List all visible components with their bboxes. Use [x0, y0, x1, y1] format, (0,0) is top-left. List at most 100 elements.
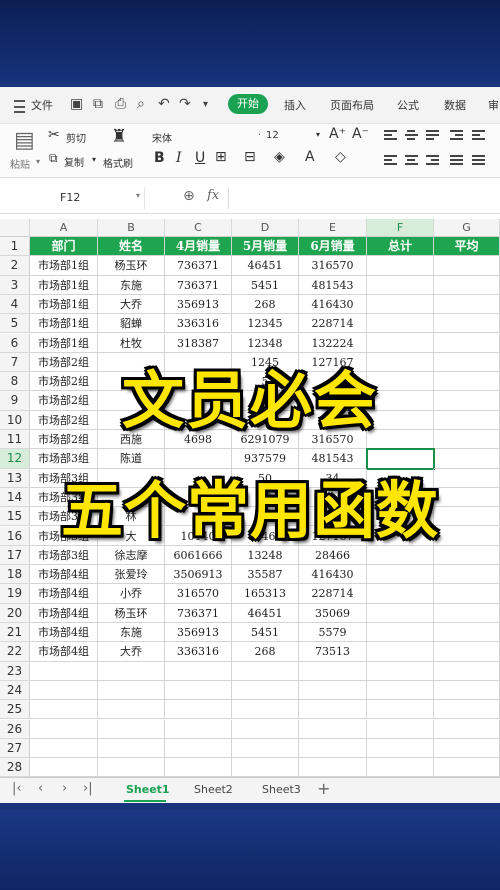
column-header-b[interactable]: B	[98, 219, 165, 237]
font-color-icon[interactable]: A	[305, 149, 315, 165]
column-header-g[interactable]: G	[434, 219, 500, 237]
table-cell[interactable]	[434, 758, 500, 778]
table-cell[interactable]: 5451	[232, 275, 299, 295]
table-cell[interactable]: 市场部1组	[30, 294, 98, 315]
table-cell[interactable]	[434, 584, 500, 604]
row-header[interactable]: 23	[0, 661, 30, 681]
align-right-icon[interactable]	[426, 155, 439, 166]
table-cell[interactable]	[434, 565, 500, 585]
table-cell[interactable]: 356913	[165, 623, 232, 643]
copy-button[interactable]: 复制	[64, 154, 84, 169]
table-cell[interactable]: 316570	[165, 584, 232, 604]
table-cell[interactable]: 市场部4组	[30, 623, 98, 643]
table-cell[interactable]	[165, 738, 232, 759]
column-header-e[interactable]: E	[299, 219, 367, 237]
table-cell[interactable]	[30, 738, 98, 759]
table-cell[interactable]: 5579	[299, 623, 367, 643]
outdent-icon[interactable]	[472, 130, 485, 141]
tab-formulas[interactable]: 公式	[397, 97, 419, 113]
cut-button[interactable]: 剪切	[66, 130, 86, 145]
table-cell[interactable]: 3506913	[165, 565, 232, 585]
fill-color-icon[interactable]: ◈	[274, 149, 285, 165]
align-middle-icon[interactable]	[405, 130, 418, 141]
table-cell[interactable]	[367, 661, 434, 681]
row-header[interactable]: 4	[0, 294, 30, 315]
table-cell[interactable]	[165, 758, 232, 778]
sheet-tab-1[interactable]: Sheet1	[126, 783, 170, 796]
cell-style-icon[interactable]: ⊟	[244, 149, 256, 165]
tab-insert[interactable]: 插入	[284, 97, 306, 113]
font-size-dropdown-icon[interactable]: ▾	[316, 130, 320, 139]
table-cell[interactable]	[434, 661, 500, 681]
table-cell[interactable]	[98, 738, 165, 759]
table-cell[interactable]	[367, 294, 434, 315]
prev-sheet-icon[interactable]: ‹	[38, 781, 43, 796]
table-cell[interactable]	[434, 700, 500, 720]
table-cell[interactable]	[434, 680, 500, 701]
table-cell[interactable]	[98, 758, 165, 778]
table-cell[interactable]: 市场部4组	[30, 642, 98, 662]
save-icon[interactable]: ▣	[70, 96, 83, 112]
align-top-icon[interactable]	[384, 130, 397, 141]
table-cell[interactable]: 165313	[232, 584, 299, 604]
align-bottom-icon[interactable]	[426, 130, 439, 141]
table-header-cell[interactable]: 总计	[367, 237, 434, 257]
table-cell[interactable]	[367, 738, 434, 759]
row-header[interactable]: 3	[0, 275, 30, 295]
underline-icon[interactable]: U	[195, 150, 205, 166]
formula-input[interactable]	[232, 187, 492, 209]
row-header[interactable]: 19	[0, 584, 30, 604]
row-header[interactable]: 2	[0, 256, 30, 276]
table-cell[interactable]	[30, 719, 98, 739]
table-cell[interactable]: 481543	[299, 275, 367, 295]
row-header[interactable]: 1	[0, 237, 30, 257]
table-cell[interactable]	[434, 719, 500, 739]
table-cell[interactable]	[299, 680, 367, 701]
justify-icon[interactable]	[450, 155, 463, 166]
table-cell[interactable]: 356913	[165, 294, 232, 315]
increase-font-icon[interactable]: A⁺	[329, 126, 346, 142]
column-header-a[interactable]: A	[30, 219, 98, 237]
table-cell[interactable]	[367, 700, 434, 720]
table-cell[interactable]: 市场部4组	[30, 603, 98, 623]
table-cell[interactable]	[232, 700, 299, 720]
table-cell[interactable]: 736371	[165, 603, 232, 623]
table-cell[interactable]	[299, 700, 367, 720]
table-cell[interactable]	[165, 700, 232, 720]
table-cell[interactable]: 73513	[299, 642, 367, 662]
redo-icon[interactable]: ↷	[179, 96, 191, 112]
table-cell[interactable]: 228714	[299, 314, 367, 334]
table-cell[interactable]: 46451	[232, 256, 299, 276]
table-cell[interactable]	[434, 623, 500, 643]
tab-data[interactable]: 数据	[444, 97, 466, 113]
name-box[interactable]: F12 ▾	[12, 187, 145, 209]
table-cell[interactable]	[232, 661, 299, 681]
table-cell[interactable]: 杨玉环	[98, 256, 165, 276]
table-cell[interactable]	[367, 603, 434, 623]
table-cell[interactable]: 市场部1组	[30, 314, 98, 334]
font-name-select[interactable]: 宋体	[152, 130, 172, 145]
table-cell[interactable]: 736371	[165, 275, 232, 295]
table-cell[interactable]	[434, 275, 500, 295]
table-cell[interactable]	[367, 758, 434, 778]
table-cell[interactable]	[367, 314, 434, 334]
add-sheet-icon[interactable]: +	[317, 779, 330, 798]
table-cell[interactable]	[434, 256, 500, 276]
table-cell[interactable]	[165, 680, 232, 701]
fx-icon[interactable]: fx	[207, 188, 219, 203]
sheet-tab-2[interactable]: Sheet2	[194, 783, 233, 796]
table-cell[interactable]: 35587	[232, 565, 299, 585]
table-header-cell[interactable]: 平均	[434, 237, 500, 257]
table-cell[interactable]: 东施	[98, 623, 165, 643]
table-cell[interactable]	[367, 623, 434, 643]
row-header[interactable]: 26	[0, 719, 30, 739]
table-cell[interactable]: 大乔	[98, 642, 165, 662]
column-header-f[interactable]: F	[367, 219, 434, 237]
table-cell[interactable]	[30, 680, 98, 701]
table-cell[interactable]	[367, 642, 434, 662]
table-cell[interactable]: 市场部4组	[30, 565, 98, 585]
table-cell[interactable]	[434, 314, 500, 334]
table-cell[interactable]	[367, 275, 434, 295]
paste-icon[interactable]: ▤	[14, 128, 35, 153]
table-cell[interactable]	[434, 603, 500, 623]
